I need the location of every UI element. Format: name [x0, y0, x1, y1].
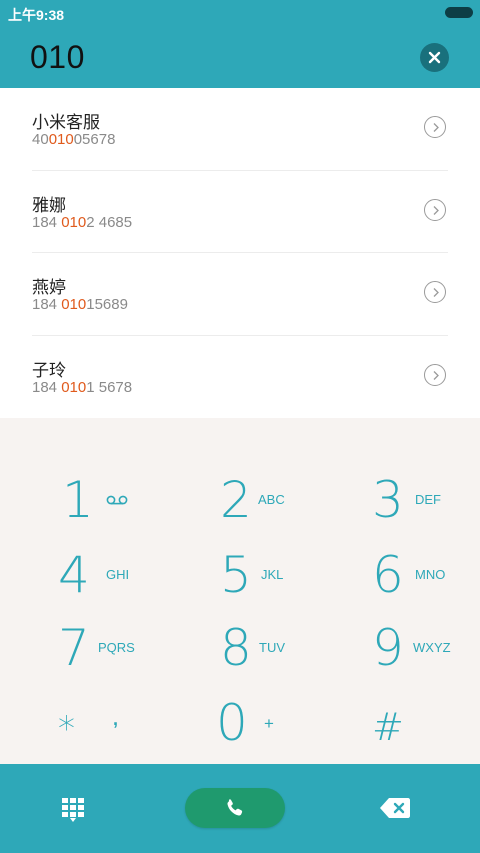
phone-suffix: 1 5678: [86, 378, 133, 396]
chevron-right-icon: [433, 123, 439, 132]
contact-item[interactable]: 小米客服 4001005678: [32, 88, 448, 171]
phone-match: 010: [61, 378, 87, 396]
dialpad-icon: [62, 798, 84, 822]
status-time: 上午9:38: [8, 7, 65, 23]
key-digit: #: [372, 705, 404, 749]
key-5[interactable]: 5 JKL: [160, 545, 320, 619]
key-letters: GHI: [106, 567, 130, 582]
key-letters: JKL: [261, 567, 284, 582]
key-9[interactable]: 9 WXYZ: [320, 618, 480, 692]
contact-phone: 184 01015689: [32, 296, 128, 313]
key-digit: 5: [220, 546, 252, 604]
phone-prefix: 184: [32, 378, 62, 396]
contact-item[interactable]: 子玲 184 0101 5678: [32, 336, 448, 419]
contact-name: 燕婷: [32, 278, 66, 297]
phone-prefix: 40: [32, 131, 49, 148]
battery-icon: [445, 7, 473, 18]
chevron-right-icon: [433, 205, 439, 215]
key-digit: 6: [372, 546, 404, 604]
contact-name: 小米客服: [32, 113, 100, 132]
dialed-number[interactable]: 010: [30, 39, 85, 76]
key-letters: WXYZ: [413, 640, 451, 655]
bottom-action-bar: [0, 764, 480, 853]
contact-item[interactable]: 燕婷 184 01015689: [32, 253, 448, 336]
key-letters: ,: [113, 709, 119, 729]
phone-suffix: 05678: [73, 131, 116, 148]
phone-match: 010: [61, 213, 87, 231]
contact-phone: 184 0102 4685: [32, 214, 132, 231]
key-letters: ABC: [258, 492, 285, 507]
key-letters: +: [264, 714, 274, 733]
voicemail-icon: [106, 495, 128, 505]
phone-match: 010: [61, 296, 87, 313]
contact-results: 小米客服 4001005678 雅娜 184 0102 4685 燕婷 184 …: [0, 88, 480, 418]
contact-item[interactable]: 雅娜 184 0102 4685: [32, 171, 448, 253]
phone-suffix: 2 4685: [86, 213, 133, 231]
key-digit: 3: [372, 471, 404, 529]
contact-phone: 4001005678: [32, 131, 115, 148]
key-digit: 9: [372, 619, 404, 677]
backspace-button[interactable]: [380, 798, 410, 823]
contact-detail-button[interactable]: [424, 116, 446, 138]
key-hash[interactable]: #: [320, 693, 480, 767]
key-3[interactable]: 3 DEF: [320, 470, 480, 544]
key-6[interactable]: 6 MNO: [320, 545, 480, 619]
dial-keypad: 1 2 ABC 3 DEF 4 GHI 5 JKL 6 MNO 7 PQRS 8…: [0, 418, 480, 764]
key-star[interactable]: * ,: [0, 693, 160, 767]
phone-match: 010: [48, 131, 74, 148]
dialer-header: 010: [0, 26, 480, 88]
key-letters: PQRS: [98, 640, 135, 655]
chevron-right-icon: [433, 288, 439, 297]
key-digit: 4: [58, 546, 90, 604]
key-4[interactable]: 4 GHI: [0, 545, 160, 619]
key-digit: 2: [220, 471, 252, 529]
contact-detail-button[interactable]: [424, 363, 446, 386]
backspace-icon: [380, 798, 410, 818]
contact-detail-button[interactable]: [424, 281, 446, 303]
contact-name: 雅娜: [32, 195, 66, 215]
key-letters: TUV: [259, 640, 285, 655]
status-bar: 上午9:38: [0, 0, 480, 26]
key-letters: DEF: [415, 492, 441, 507]
key-digit: 8: [220, 619, 252, 677]
key-digit: 1: [62, 471, 94, 529]
key-digit: 7: [58, 619, 90, 677]
clear-button[interactable]: [420, 43, 449, 72]
key-digit: 0: [216, 694, 248, 752]
phone-suffix: 15689: [86, 296, 128, 313]
contact-detail-button[interactable]: [424, 198, 446, 221]
contact-phone: 184 0101 5678: [32, 379, 132, 396]
dialpad-toggle-button[interactable]: [62, 798, 84, 827]
key-8[interactable]: 8 TUV: [160, 618, 320, 692]
phone-prefix: 184: [32, 296, 62, 313]
phone-icon: [227, 799, 243, 816]
key-1[interactable]: 1: [0, 470, 160, 544]
call-button[interactable]: [185, 788, 285, 828]
key-letters: MNO: [415, 567, 446, 582]
chevron-right-icon: [433, 370, 439, 380]
key-2[interactable]: 2 ABC: [160, 470, 320, 544]
key-0[interactable]: 0 +: [160, 693, 320, 767]
phone-prefix: 184: [32, 213, 62, 231]
key-7[interactable]: 7 PQRS: [0, 618, 160, 692]
key-digit: *: [58, 709, 75, 749]
clear-icon: [428, 51, 441, 64]
contact-name: 子玲: [32, 360, 66, 380]
